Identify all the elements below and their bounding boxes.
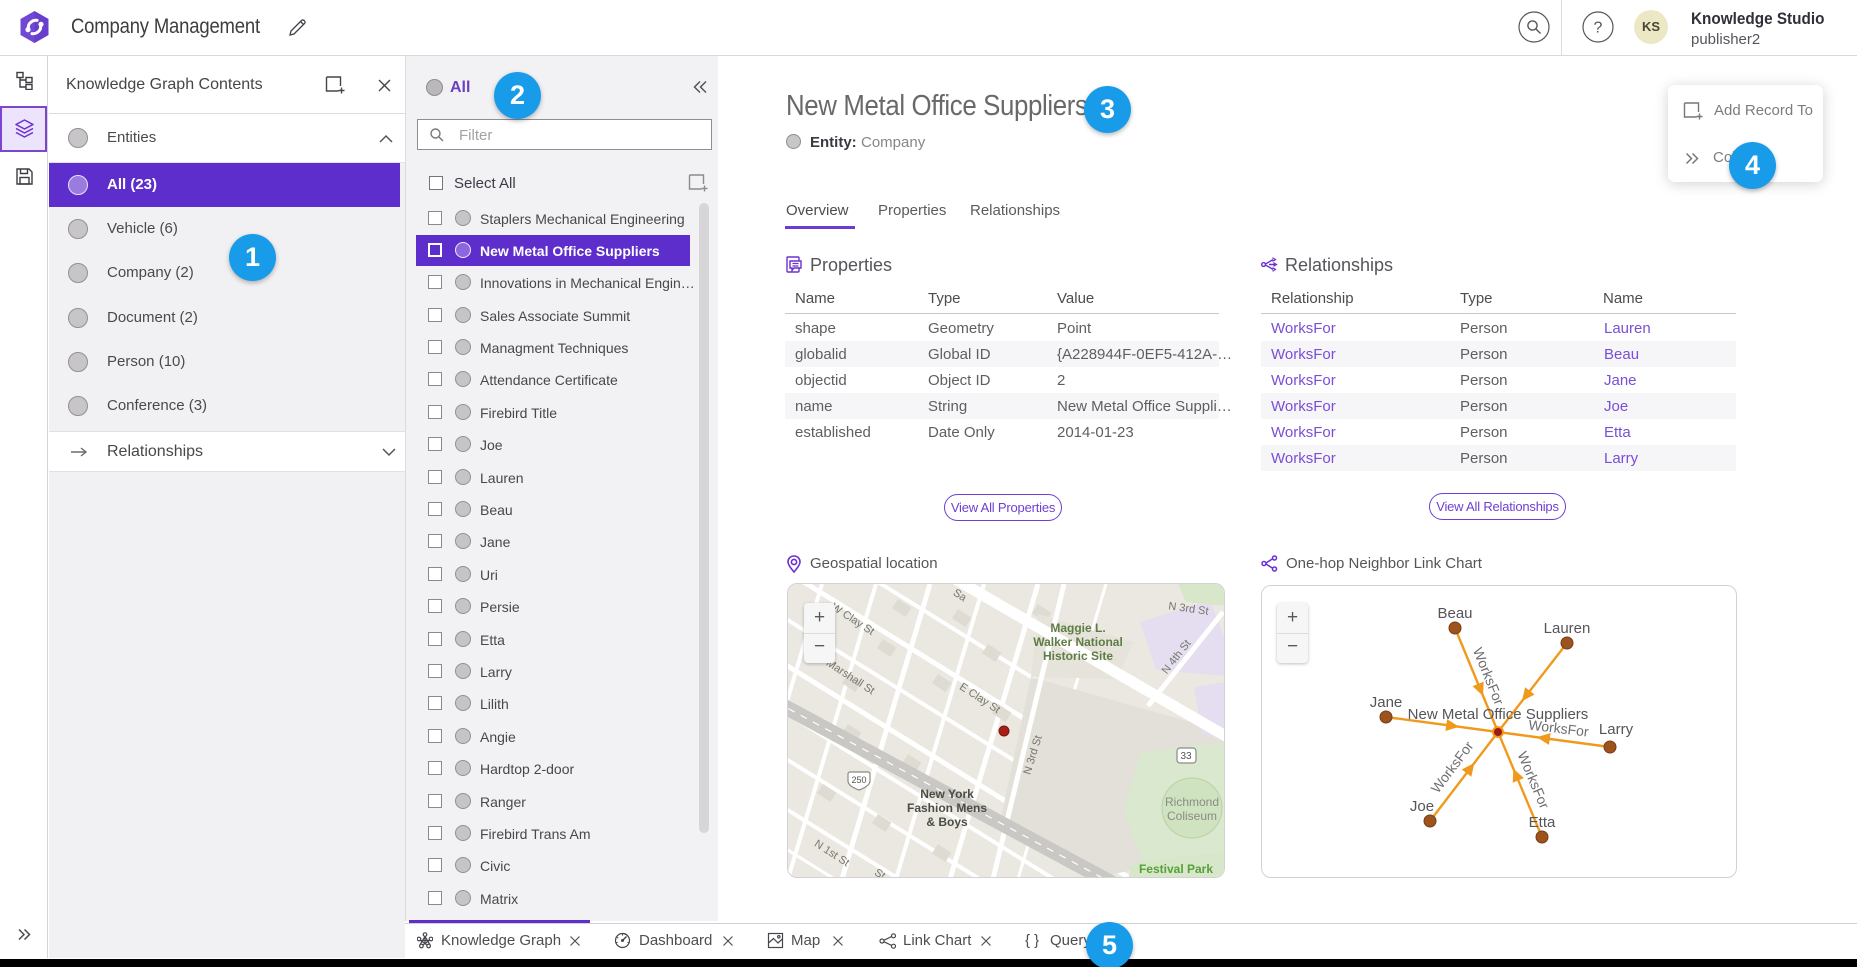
svg-text:33: 33 bbox=[1180, 751, 1192, 762]
svg-text:250: 250 bbox=[851, 775, 866, 785]
svg-text:Joe: Joe bbox=[1410, 798, 1434, 815]
svg-text:Jane: Jane bbox=[1370, 694, 1403, 711]
svg-text:Beau: Beau bbox=[1437, 605, 1472, 622]
svg-text:Lauren: Lauren bbox=[1544, 620, 1591, 637]
svg-text:Larry: Larry bbox=[1599, 721, 1634, 738]
svg-text:Historic Site: Historic Site bbox=[1043, 649, 1113, 663]
svg-text:Fashion Mens: Fashion Mens bbox=[907, 801, 987, 815]
svg-text:& Boys: & Boys bbox=[926, 815, 968, 829]
svg-text:Etta: Etta bbox=[1529, 814, 1556, 831]
svg-text:Maggie L.: Maggie L. bbox=[1050, 621, 1105, 635]
svg-text:?: ? bbox=[1594, 20, 1603, 37]
svg-text:Richmond: Richmond bbox=[1165, 795, 1219, 809]
svg-text:WorksFor: WorksFor bbox=[1514, 749, 1552, 811]
svg-text:Walker National: Walker National bbox=[1033, 635, 1123, 649]
svg-text:Festival Park: Festival Park bbox=[1139, 862, 1213, 876]
svg-text:New Metal Office Suppliers: New Metal Office Suppliers bbox=[1408, 706, 1589, 723]
svg-text:New York: New York bbox=[920, 787, 974, 801]
svg-text:Coliseum: Coliseum bbox=[1167, 809, 1217, 823]
